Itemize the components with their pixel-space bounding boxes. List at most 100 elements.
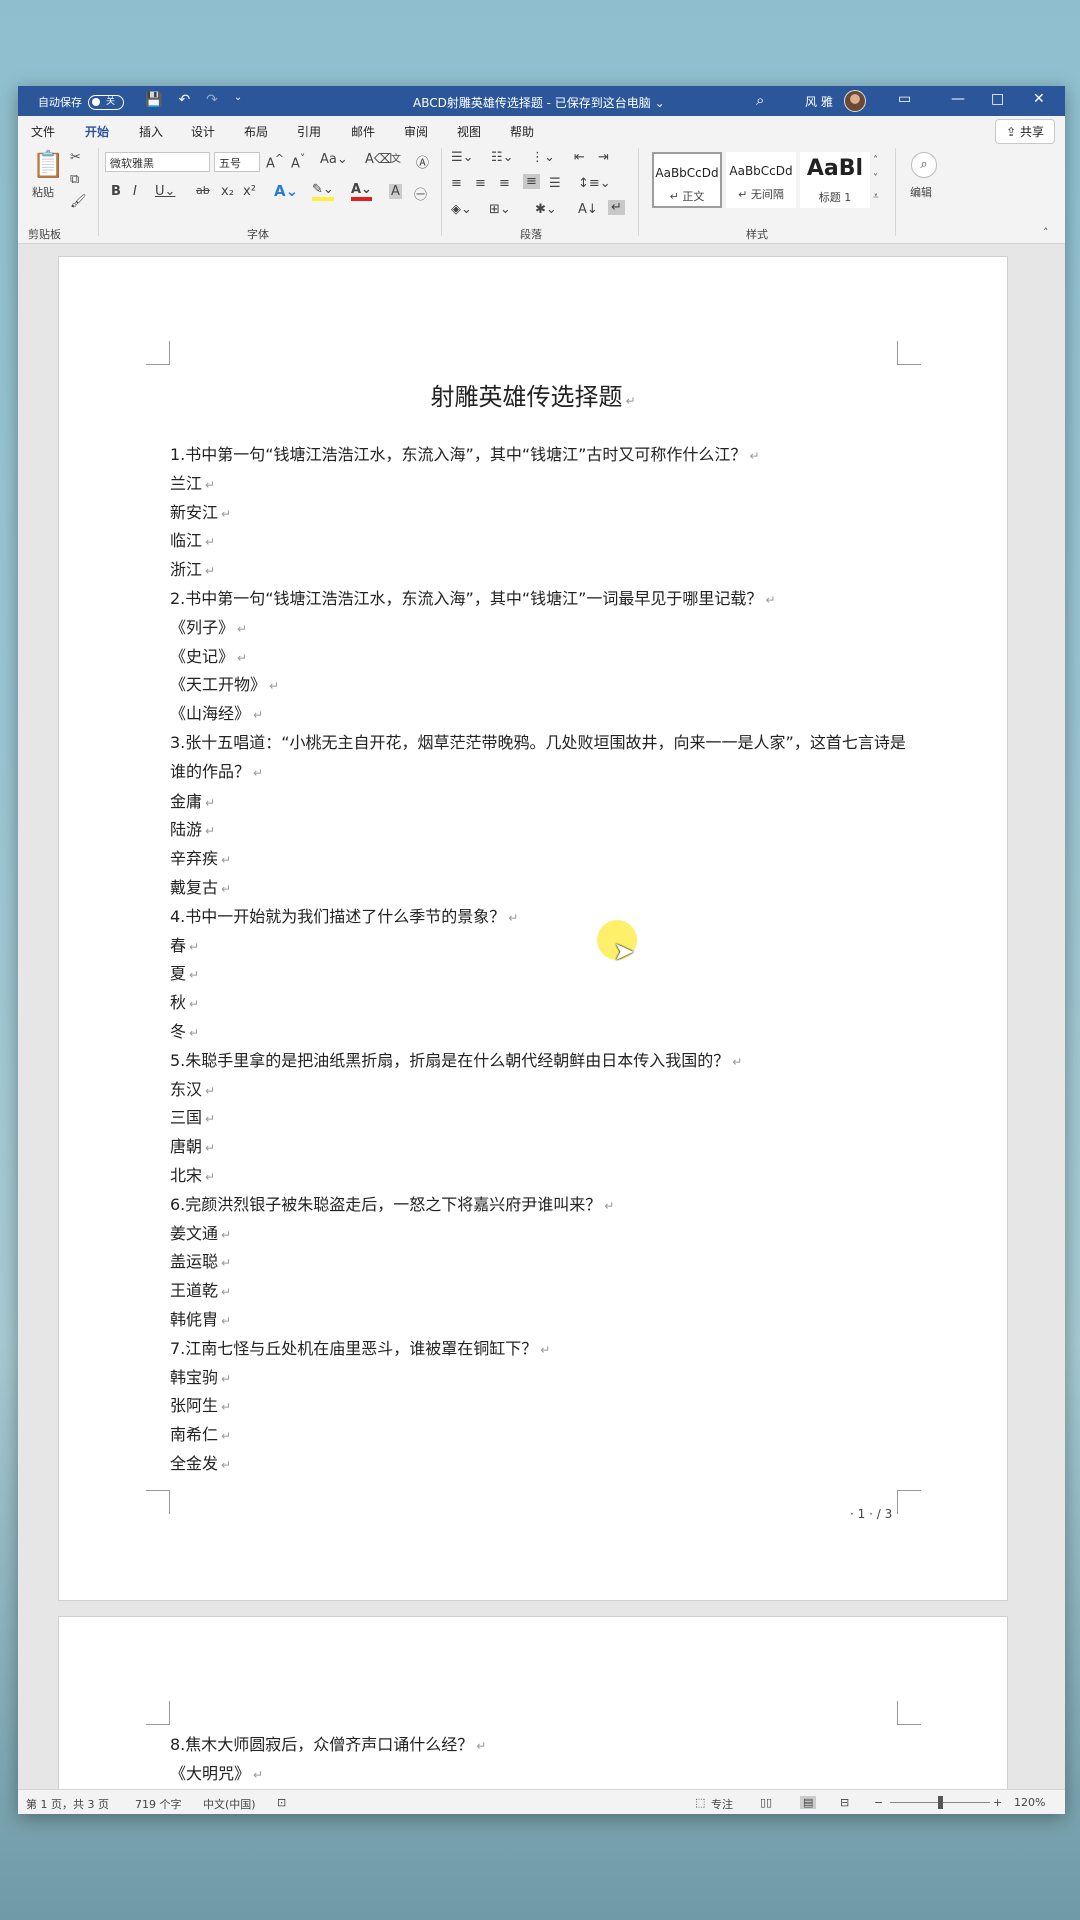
zoom-out-icon[interactable]: − <box>874 1796 883 1809</box>
option-line[interactable]: 《天工开物》 ↵ <box>170 671 910 700</box>
styles-scroll-icon[interactable]: ˄ ˅ ⩡ <box>873 152 879 206</box>
tab-layout[interactable]: 布局 <box>244 123 268 140</box>
save-icon[interactable]: 💾 <box>145 92 162 108</box>
question-line[interactable]: 4.书中一开始就为我们描述了什么季节的景象？ ↵ <box>170 903 910 932</box>
option-line[interactable]: 东汉 ↵ <box>170 1076 910 1105</box>
question-line[interactable]: 1.书中第一句“钱塘江浩浩江水，东流入海”，其中“钱塘江”古时又可称作什么江？ ↵ <box>170 441 910 470</box>
char-border-icon[interactable]: Ⓐ <box>416 152 429 171</box>
autosave-toggle[interactable]: 关 <box>88 94 124 110</box>
accessibility-icon[interactable]: ⊡ <box>277 1796 286 1809</box>
style-no-spacing[interactable]: AaBbCcDd ↵ 无间隔 <box>726 152 796 208</box>
option-line[interactable]: 南希仁 ↵ <box>170 1421 910 1450</box>
undo-icon[interactable]: ↶ <box>178 92 190 108</box>
option-line[interactable]: 浙江 ↵ <box>170 556 910 585</box>
option-line[interactable]: 唐朝 ↵ <box>170 1133 910 1162</box>
option-line[interactable]: 张阿生 ↵ <box>170 1392 910 1421</box>
question-list[interactable]: 8.焦木大师圆寂后，众僧齐声口诵什么经？ ↵ 《大明咒》 ↵ <box>170 1731 910 1789</box>
decrease-indent-icon[interactable]: ⇤ <box>574 150 585 165</box>
option-line[interactable]: 《列子》 ↵ <box>170 614 910 643</box>
editing-label[interactable]: 编辑 <box>910 184 932 200</box>
highlight-icon[interactable]: ✎⌄ <box>312 182 334 201</box>
read-mode-icon[interactable]: ▯▯ <box>760 1796 772 1809</box>
strikethrough-icon[interactable]: ab <box>196 184 210 197</box>
page-2[interactable]: 8.焦木大师圆寂后，众僧齐声口诵什么经？ ↵ 《大明咒》 ↵ <box>58 1616 1008 1789</box>
option-line[interactable]: 金庸 ↵ <box>170 788 910 817</box>
autosave-control[interactable]: 自动保存 关 <box>38 94 124 110</box>
document-heading[interactable]: 射雕英雄传选择题 ↵ <box>59 377 1007 412</box>
option-line[interactable]: 全金发 ↵ <box>170 1450 910 1479</box>
tab-references[interactable]: 引用 <box>297 123 321 140</box>
option-line[interactable]: 韩侂胄 ↵ <box>170 1306 910 1335</box>
option-line[interactable]: 姜文通 ↵ <box>170 1220 910 1249</box>
bullets-icon[interactable]: ☰⌄ <box>451 150 474 165</box>
customize-icon[interactable]: ⌄ <box>234 92 242 108</box>
shrink-font-icon[interactable]: A˅ <box>291 152 305 171</box>
zoom-level[interactable]: 120% <box>1014 1796 1045 1809</box>
style-heading-1[interactable]: AaBl 标题 1 <box>800 152 870 208</box>
line-spacing-icon[interactable]: ↕≡⌄ <box>578 176 611 191</box>
grow-font-icon[interactable]: A^ <box>266 152 284 171</box>
page-1[interactable]: 射雕英雄传选择题 ↵ 1.书中第一句“钱塘江浩浩江水，东流入海”，其中“钱塘江”古… <box>58 256 1008 1601</box>
option-line[interactable]: 盖运聪 ↵ <box>170 1248 910 1277</box>
paste-icon[interactable]: 📋 <box>32 150 64 180</box>
avatar[interactable] <box>844 90 866 112</box>
borders-icon[interactable]: ⊞⌄ <box>489 202 511 217</box>
redo-icon[interactable]: ↷ <box>206 92 218 108</box>
bold-icon[interactable]: B <box>111 184 121 199</box>
style-normal[interactable]: AaBbCcDd ↵ 正文 <box>652 152 722 208</box>
option-line[interactable]: 陆游 ↵ <box>170 816 910 845</box>
minimize-icon[interactable]: — <box>951 91 965 107</box>
option-line[interactable]: 临江 ↵ <box>170 527 910 556</box>
question-list[interactable]: 1.书中第一句“钱塘江浩浩江水，东流入海”，其中“钱塘江”古时又可称作什么江？ ↵… <box>170 441 910 1479</box>
document-canvas[interactable]: 射雕英雄传选择题 ↵ 1.书中第一句“钱塘江浩浩江水，东流入海”，其中“钱塘江”古… <box>18 244 1065 1789</box>
option-line[interactable]: 《山海经》 ↵ <box>170 700 910 729</box>
search-icon[interactable]: ⌕ <box>756 91 764 109</box>
language[interactable]: 中文(中国) <box>203 1796 256 1812</box>
italic-icon[interactable]: I <box>133 184 137 199</box>
zoom-in-icon[interactable]: + <box>993 1796 1002 1809</box>
justify-icon[interactable]: ≡ <box>523 174 540 189</box>
shading-icon[interactable]: ◈⌄ <box>451 202 472 217</box>
question-line[interactable]: 3.张十五唱道：“小桃无主自开花，烟草茫茫带晚鸦。几处败垣围故井，向来一一是人家… <box>170 729 910 788</box>
font-name-select[interactable]: 微软雅黑 <box>105 152 210 172</box>
superscript-icon[interactable]: x² <box>243 184 256 199</box>
subscript-icon[interactable]: x₂ <box>221 184 234 199</box>
document-title[interactable]: ABCD射雕英雄传选择题 - 已保存到这台电脑 ⌄ <box>413 94 665 111</box>
font-size-select[interactable]: 五号 <box>214 152 260 172</box>
sort-icon[interactable]: A↓ <box>578 202 598 217</box>
ribbon-display-icon[interactable]: ▭ <box>898 91 911 107</box>
phonetic-guide-icon[interactable]: 文 <box>391 150 401 165</box>
web-layout-icon[interactable]: ⊟ <box>840 1796 849 1809</box>
copy-icon[interactable]: ⧉ <box>70 172 79 187</box>
option-line[interactable]: 新安江 ↵ <box>170 499 910 528</box>
option-line[interactable]: 《史记》 ↵ <box>170 643 910 672</box>
collapse-ribbon-icon[interactable]: ˄ <box>1043 226 1049 239</box>
tab-insert[interactable]: 插入 <box>139 123 163 140</box>
multilevel-list-icon[interactable]: ⋮⌄ <box>531 150 555 165</box>
distributed-icon[interactable]: ☰ <box>549 176 561 191</box>
option-line[interactable]: 韩宝驹 ↵ <box>170 1364 910 1393</box>
tab-review[interactable]: 审阅 <box>404 123 428 140</box>
align-right-icon[interactable]: ≡ <box>499 176 510 191</box>
option-line[interactable]: 王道乾 ↵ <box>170 1277 910 1306</box>
question-line[interactable]: 2.书中第一句“钱塘江浩浩江水，东流入海”，其中“钱塘江”一词最早见于哪里记载？… <box>170 585 910 614</box>
question-line[interactable]: 6.完颜洪烈银子被朱聪盗走后，一怒之下将嘉兴府尹谁叫来？ ↵ <box>170 1191 910 1220</box>
find-icon[interactable]: ⌕ <box>911 152 937 178</box>
focus-label[interactable]: 专注 <box>711 1796 733 1812</box>
option-line[interactable]: 戴复古 ↵ <box>170 874 910 903</box>
cut-icon[interactable]: ✂ <box>70 150 81 165</box>
option-line[interactable]: 夏 ↵ <box>170 960 910 989</box>
clear-format-icon[interactable]: A⌫ <box>365 152 392 167</box>
tab-home[interactable]: 开始 <box>85 123 110 147</box>
user-name[interactable]: 风 雅 <box>805 93 833 110</box>
option-line[interactable]: 秋 ↵ <box>170 989 910 1018</box>
page-info[interactable]: 第 1 页，共 3 页 <box>26 1796 109 1812</box>
question-line[interactable]: 7.江南七怪与丘处机在庙里恶斗，谁被罩在铜缸下？ ↵ <box>170 1335 910 1364</box>
maximize-icon[interactable]: □ <box>991 91 1004 107</box>
word-count[interactable]: 719 个字 <box>135 1796 182 1812</box>
option-line[interactable]: 三国 ↵ <box>170 1104 910 1133</box>
font-color-icon[interactable]: A⌄ <box>351 182 372 201</box>
close-icon[interactable]: ✕ <box>1033 91 1045 107</box>
char-shading-icon[interactable]: A <box>389 184 402 199</box>
tab-file[interactable]: 文件 <box>31 123 55 140</box>
